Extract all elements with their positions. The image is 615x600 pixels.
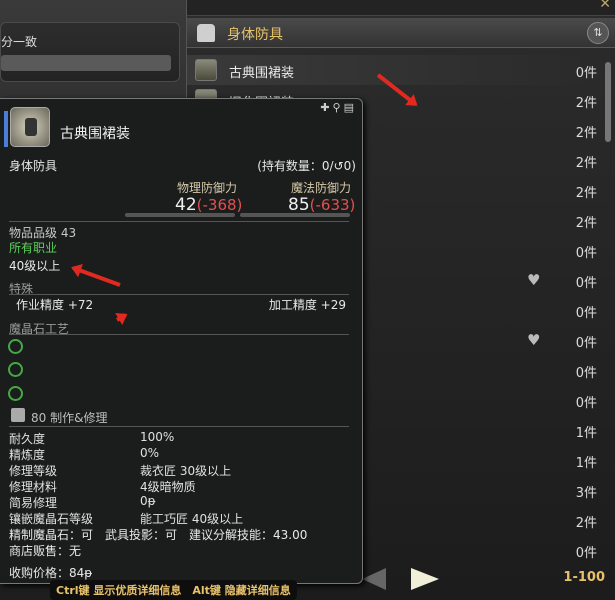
- favorite-heart-icon: ♥: [527, 331, 541, 349]
- item-quantity: 0件: [575, 336, 597, 351]
- annotation-arrow: [116, 313, 127, 322]
- key-hint: Ctrl键 显示优质详细信息 Alt键 隐藏详细信息: [50, 580, 297, 600]
- close-icon[interactable]: ✕: [599, 0, 611, 12]
- divider: [9, 221, 349, 222]
- materia-slot-icon: [8, 362, 23, 377]
- filter-row[interactable]: 分一致: [0, 22, 180, 82]
- item-quantity: 0件: [575, 546, 597, 561]
- item-name: 古典围裙装: [229, 66, 295, 81]
- item-quantity: 0件: [575, 306, 597, 321]
- detail-key: 精炼度: [9, 448, 46, 462]
- top-strip: ✕: [187, 0, 615, 16]
- divider: [9, 426, 349, 427]
- detail-value: 0ᵽ: [140, 494, 156, 508]
- item-quantity: 3件: [575, 486, 597, 501]
- body-armor-icon: [197, 24, 215, 42]
- item-quantity: 2件: [575, 156, 597, 171]
- extra-info: 精制魔晶石：可 武具投影：可 建议分解技能：43.00: [9, 528, 308, 542]
- repair-header: 80 制作&修理: [31, 411, 108, 425]
- divider: [9, 334, 349, 335]
- item-tooltip: 古典围裙装 ✚⚲▤ 身体防具 (持有数量：0/↺0) 物理防御力 42(-368…: [0, 98, 363, 584]
- detail-key: 简易修理: [9, 496, 58, 510]
- scrollbar[interactable]: [605, 62, 611, 142]
- control-stat: 加工精度 +29: [268, 298, 346, 312]
- filter-label: 分一致: [1, 35, 38, 49]
- repair-icon: [11, 408, 25, 422]
- sell-price: 收购价格：84ᵽ: [9, 566, 93, 580]
- phys-def-bar: [125, 213, 235, 217]
- item-quantity: 2件: [575, 126, 597, 141]
- item-quantity: 0件: [575, 276, 597, 291]
- prev-page-icon[interactable]: [362, 568, 386, 590]
- item-icon: [195, 59, 217, 81]
- list-header: 身体防具 ⇅: [187, 18, 615, 48]
- phys-def-label: 物理防御力: [177, 181, 238, 195]
- job-restriction: 所有职业: [9, 241, 58, 255]
- item-quantity: 0件: [575, 396, 597, 411]
- shop-info: 商店贩售：无: [9, 544, 82, 558]
- hq-icon: ↺: [333, 159, 344, 173]
- divider: [9, 294, 349, 295]
- item-quantity: 0件: [575, 66, 597, 81]
- detail-key: 耐久度: [9, 432, 46, 446]
- sort-button[interactable]: ⇅: [587, 22, 609, 44]
- level-requirement: 40级以上: [9, 259, 61, 273]
- tooltip-header: 古典围裙装 ✚⚲▤: [0, 99, 363, 159]
- phys-def-value: 42(-368): [175, 195, 243, 215]
- detail-key: 修理等级: [9, 464, 58, 478]
- item-quantity: 2件: [575, 96, 597, 111]
- mag-def-value: 85(-633): [288, 195, 356, 215]
- mag-def-bar: [240, 213, 350, 217]
- materia-slot-icon: [8, 386, 23, 401]
- detail-value: 4级暗物质: [140, 480, 196, 494]
- tooltip-item-name: 古典围裙装: [60, 126, 130, 142]
- item-category: 身体防具: [9, 159, 58, 173]
- mag-def-label: 魔法防御力: [291, 181, 352, 195]
- tooltip-tool-icons[interactable]: ✚⚲▤: [320, 101, 357, 114]
- favorite-heart-icon: ♥: [527, 271, 541, 289]
- apron-icon: [10, 107, 50, 147]
- category-label: 身体防具: [227, 27, 283, 43]
- item-quantity: 0件: [575, 246, 597, 261]
- item-quantity: 1件: [575, 456, 597, 471]
- detail-value: 能工巧匠 40级以上: [140, 512, 244, 526]
- item-quantity: 0件: [575, 366, 597, 381]
- detail-key: 修理材料: [9, 480, 58, 494]
- item-quantity: 2件: [575, 216, 597, 231]
- detail-key: 镶嵌魔晶石等级: [9, 512, 94, 526]
- item-quantity: 2件: [575, 516, 597, 531]
- materia-slot-icon: [8, 339, 23, 354]
- next-page-icon[interactable]: [411, 568, 439, 590]
- list-item[interactable]: 古典围裙装 0件: [187, 55, 597, 85]
- owned-count: (持有数量：0/↺0): [257, 159, 356, 173]
- craftsmanship-stat: 作业精度 +72: [16, 298, 94, 312]
- item-quantity: 2件: [575, 186, 597, 201]
- selection-accent: [4, 111, 8, 147]
- detail-value: 100%: [140, 430, 175, 444]
- filter-bar[interactable]: [1, 55, 171, 71]
- page-range: 1-100: [563, 570, 605, 585]
- detail-value: 0%: [140, 446, 160, 460]
- detail-value: 裁衣匠 30级以上: [140, 464, 232, 478]
- item-quantity: 1件: [575, 426, 597, 441]
